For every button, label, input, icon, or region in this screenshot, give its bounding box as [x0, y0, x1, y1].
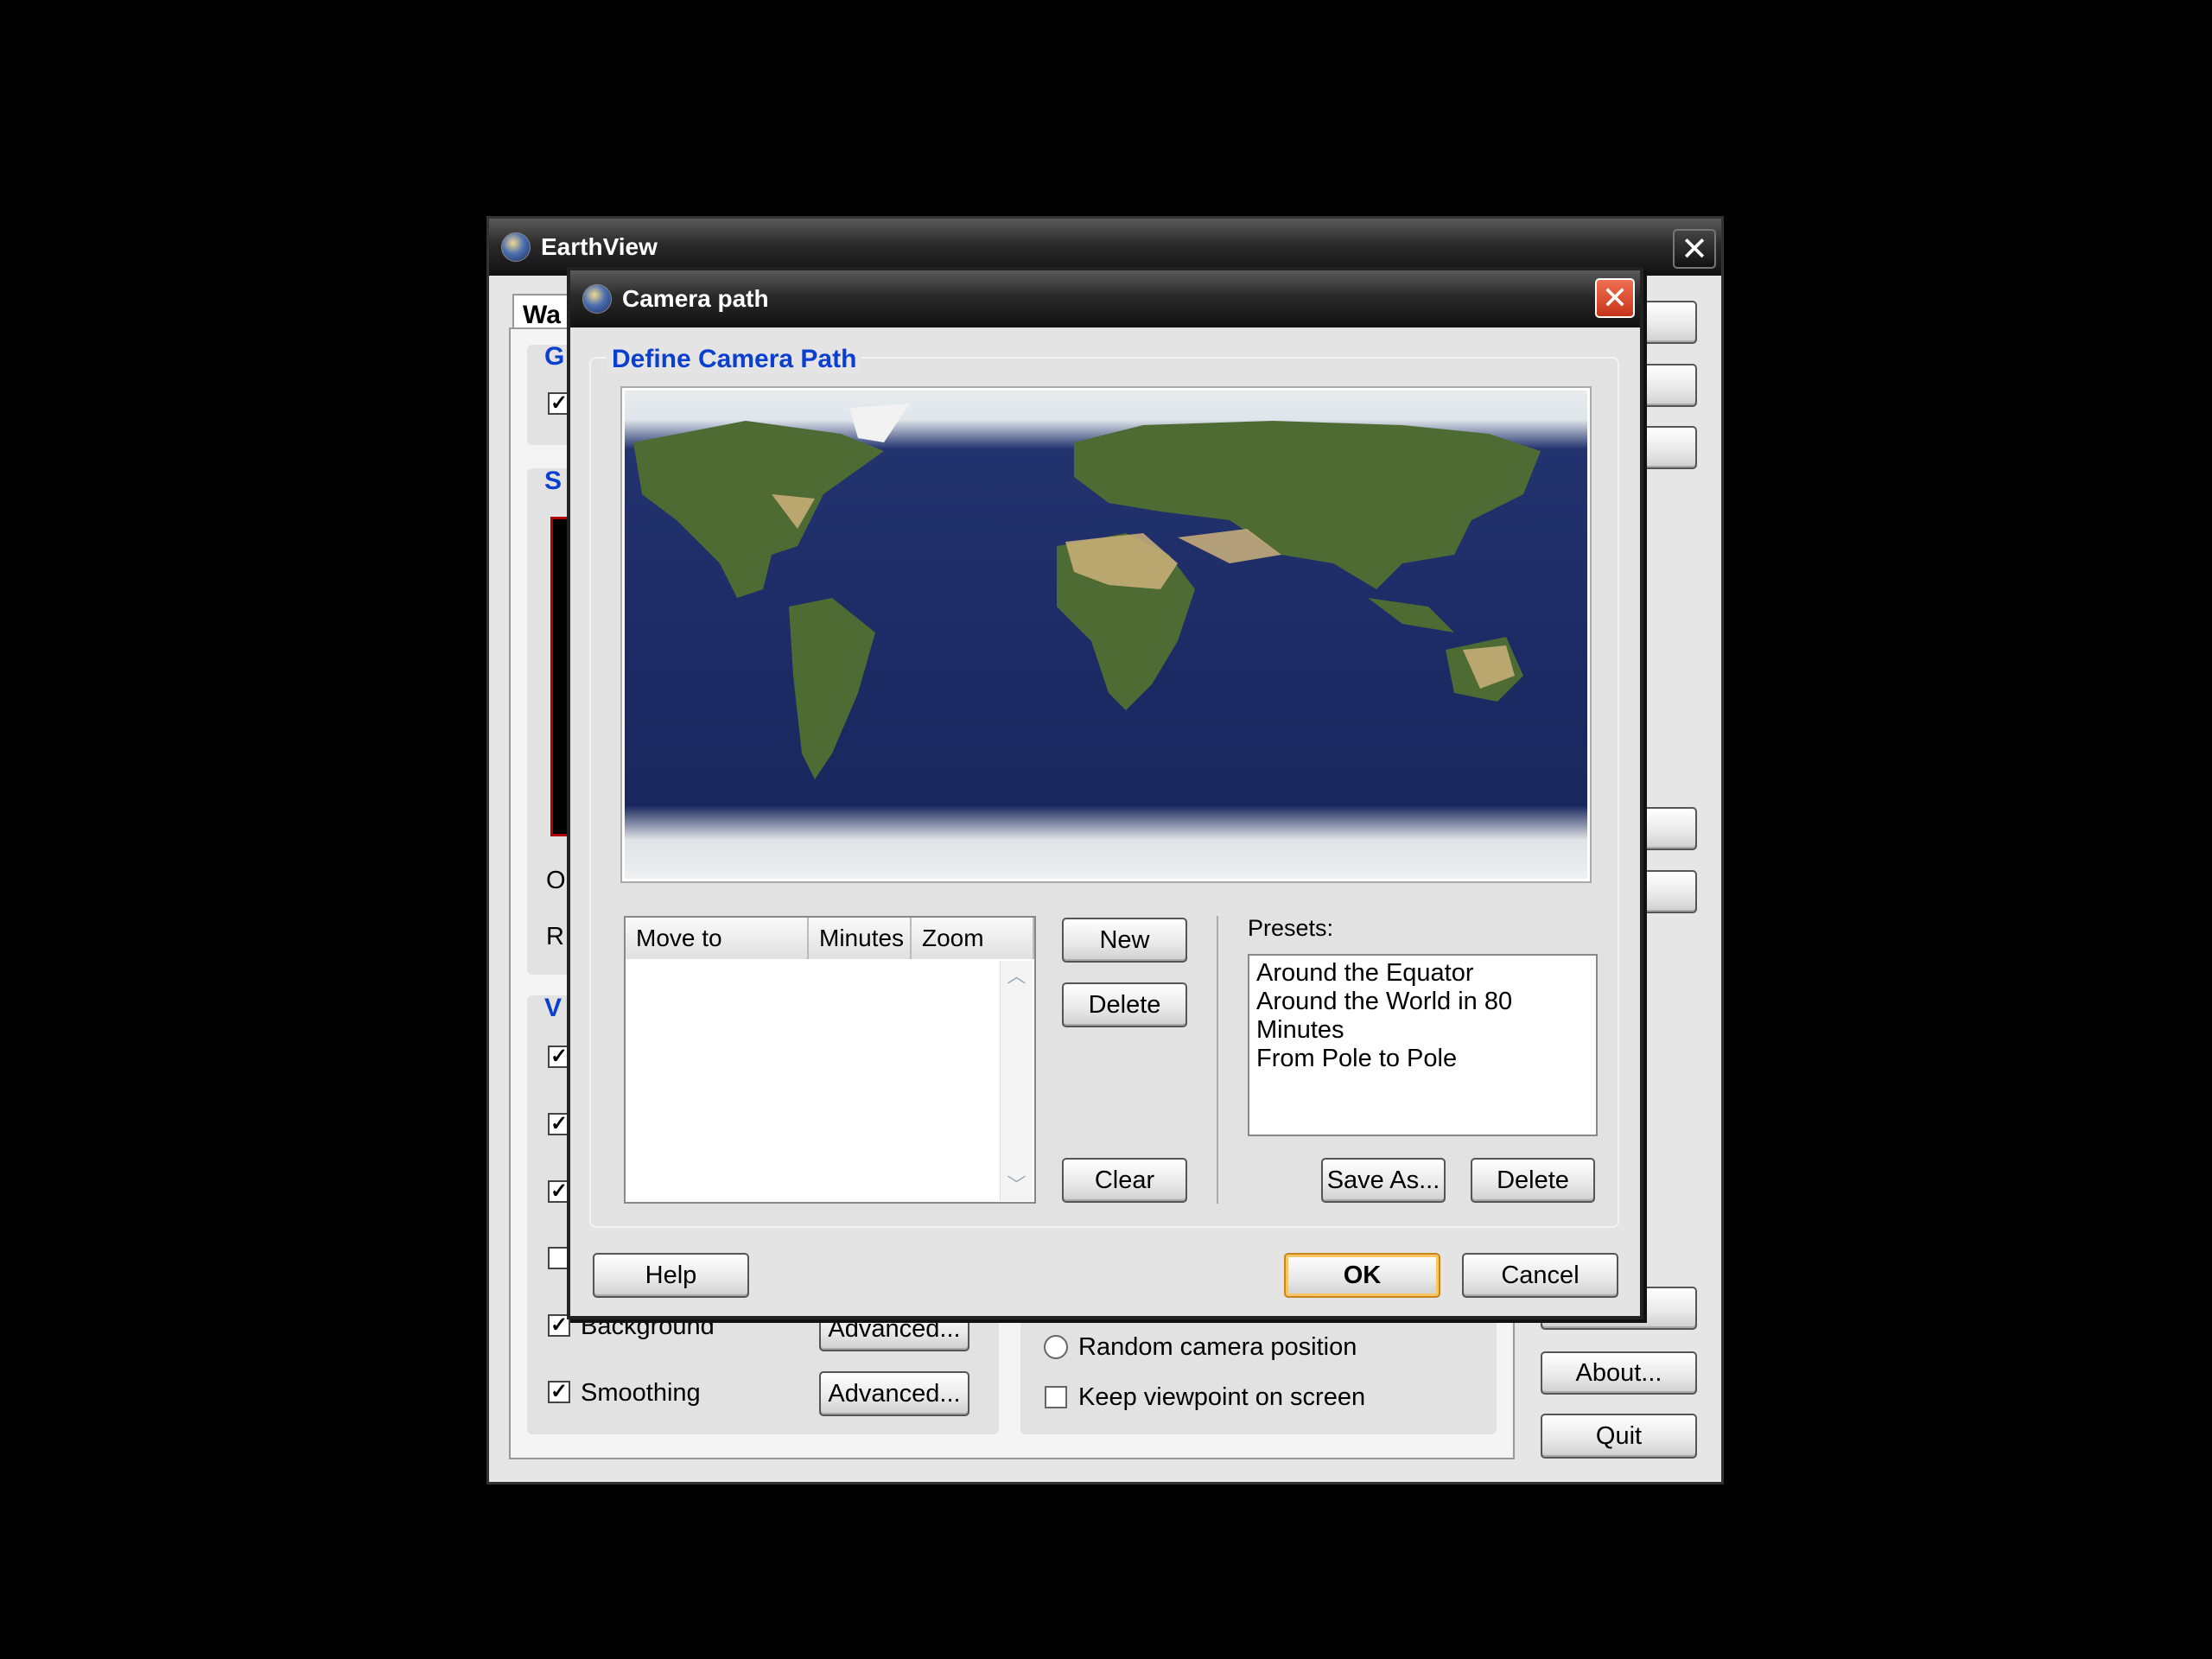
- separator: [1217, 916, 1218, 1204]
- row-r-label: R: [546, 923, 564, 950]
- list-scrollbar[interactable]: ︿ ﹀: [1000, 961, 1033, 1201]
- presets-list[interactable]: Around the Equator Around the World in 8…: [1248, 954, 1598, 1136]
- scroll-down-icon[interactable]: ﹀: [1001, 1170, 1033, 1201]
- close-icon: ✕: [1601, 280, 1629, 315]
- world-map[interactable]: [620, 386, 1592, 883]
- continents: [633, 404, 1541, 779]
- button-label: New: [1099, 925, 1150, 954]
- button-label: Cancel: [1501, 1261, 1580, 1289]
- column-label: Zoom: [922, 925, 984, 951]
- delete-waypoint-button[interactable]: Delete: [1062, 982, 1187, 1027]
- camera-path-dialog: Camera path ✕ Define Camera Path Move to…: [567, 267, 1643, 1319]
- group-g-title: G: [544, 342, 565, 371]
- smoothing-checkbox[interactable]: ✓: [548, 1381, 570, 1403]
- smoothing-label: Smoothing: [581, 1379, 701, 1407]
- earth-globe-icon: [582, 284, 612, 314]
- ok-button[interactable]: OK: [1284, 1253, 1440, 1298]
- group-s-title: S: [544, 467, 563, 495]
- random-camera-radio[interactable]: [1044, 1335, 1068, 1359]
- window-title: EarthView: [541, 233, 658, 260]
- row-o-label: O: [546, 867, 566, 894]
- preset-item[interactable]: From Pole to Pole: [1256, 1045, 1589, 1073]
- column-move-to[interactable]: Move to: [626, 918, 809, 959]
- delete-preset-button[interactable]: Delete: [1471, 1158, 1595, 1203]
- button-label: Delete: [1497, 1166, 1569, 1194]
- group-v-title: V: [544, 994, 563, 1022]
- button-label: Save As...: [1326, 1166, 1440, 1194]
- help-button[interactable]: Help: [593, 1253, 749, 1298]
- scroll-up-icon[interactable]: ︿: [1001, 961, 1033, 992]
- random-camera-label: Random camera position: [1078, 1333, 1357, 1361]
- column-zoom[interactable]: Zoom: [912, 918, 1034, 959]
- column-label: Minutes: [819, 925, 905, 951]
- column-label: Move to: [636, 925, 722, 951]
- button-label: Help: [645, 1261, 697, 1289]
- presets-label: Presets:: [1248, 915, 1334, 941]
- button-label: OK: [1343, 1261, 1382, 1289]
- button-label: Clear: [1094, 1166, 1155, 1194]
- keep-viewpoint-checkbox[interactable]: [1045, 1386, 1067, 1408]
- keep-viewpoint-label: Keep viewpoint on screen: [1078, 1383, 1366, 1411]
- button-label: Quit: [1595, 1421, 1643, 1450]
- save-as-button[interactable]: Save As...: [1321, 1158, 1446, 1203]
- dialog-close-button[interactable]: ✕: [1595, 278, 1635, 318]
- column-minutes[interactable]: Minutes: [809, 918, 912, 959]
- dialog-title: Camera path: [622, 285, 769, 312]
- dialog-titlebar[interactable]: Camera path: [570, 270, 1640, 327]
- group-title: Define Camera Path: [607, 345, 862, 374]
- main-close-button[interactable]: ✕: [1673, 229, 1716, 269]
- about-button[interactable]: About...: [1541, 1351, 1697, 1395]
- button-label: Delete: [1088, 990, 1161, 1019]
- close-icon: ✕: [1681, 231, 1708, 268]
- new-button[interactable]: New: [1062, 918, 1187, 963]
- smoothing-advanced-button[interactable]: Advanced...: [819, 1371, 969, 1416]
- tab-label: Wa: [523, 301, 561, 329]
- button-label: Advanced...: [828, 1379, 961, 1408]
- quit-button[interactable]: Quit: [1541, 1414, 1697, 1459]
- cancel-button[interactable]: Cancel: [1462, 1253, 1618, 1298]
- waypoint-list[interactable]: Move to Minutes Zoom ︿ ﹀: [624, 916, 1036, 1204]
- preset-item[interactable]: Around the World in 80 Minutes: [1256, 988, 1589, 1045]
- preset-item[interactable]: Around the Equator: [1256, 959, 1589, 988]
- button-label: About...: [1575, 1358, 1662, 1387]
- clear-button[interactable]: Clear: [1062, 1158, 1187, 1203]
- earth-globe-icon: [501, 232, 531, 262]
